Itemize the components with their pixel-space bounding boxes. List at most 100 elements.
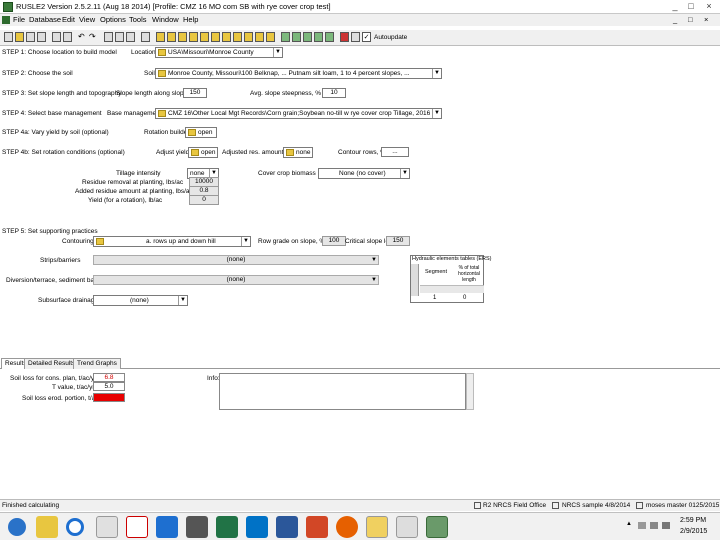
dropdown-arrow-icon[interactable]: ▼ bbox=[400, 169, 409, 178]
autoupdate-checkbox[interactable]: ✓ bbox=[362, 32, 371, 42]
table-cell-segment[interactable]: 1 bbox=[433, 295, 436, 301]
tab-detailed-results[interactable]: Detailed Results bbox=[24, 358, 80, 369]
autoupdate-label: Autoupdate bbox=[374, 34, 408, 41]
menu-file[interactable]: File bbox=[13, 15, 25, 24]
location-combo[interactable]: USA\Missouri\Monroe County ▼ bbox=[155, 47, 283, 58]
undo-icon[interactable]: ↶ bbox=[78, 32, 87, 42]
maximize-button[interactable]: □ bbox=[684, 1, 698, 12]
taskbar-time[interactable]: 2:59 PM bbox=[680, 517, 706, 524]
close-button[interactable]: × bbox=[702, 1, 716, 12]
rusle2-icon[interactable] bbox=[426, 516, 448, 538]
calculator-icon[interactable] bbox=[186, 516, 208, 538]
management-folder-icon[interactable] bbox=[189, 32, 198, 42]
mdi-restore-button[interactable]: □ bbox=[688, 15, 693, 24]
row-grade-field[interactable]: 100 bbox=[322, 236, 346, 246]
vegetation-folder-icon[interactable] bbox=[211, 32, 220, 42]
menu-tools[interactable]: Tools bbox=[129, 15, 147, 24]
operation-folder-icon[interactable] bbox=[200, 32, 209, 42]
copy-icon[interactable] bbox=[115, 32, 124, 42]
dropdown-arrow-icon[interactable]: ▼ bbox=[241, 237, 250, 246]
subsurface-combo[interactable]: (none) ▼ bbox=[93, 295, 188, 306]
dropdown-arrow-icon[interactable]: ▼ bbox=[432, 69, 441, 78]
new-icon[interactable] bbox=[4, 32, 13, 42]
template-icon[interactable] bbox=[314, 32, 323, 42]
start-icon[interactable] bbox=[8, 518, 26, 536]
menu-view[interactable]: View bbox=[79, 15, 95, 24]
redo-icon[interactable]: ↷ bbox=[89, 32, 98, 42]
print-icon[interactable] bbox=[52, 32, 61, 42]
powerpoint-icon[interactable] bbox=[306, 516, 328, 538]
snipping-icon[interactable] bbox=[396, 516, 418, 538]
menu-options[interactable]: Options bbox=[100, 15, 126, 24]
tray-network-icon[interactable] bbox=[650, 522, 658, 529]
cover-crop-value: None (no cover) bbox=[339, 170, 386, 177]
dropdown-arrow-icon[interactable]: ▼ bbox=[370, 256, 378, 264]
open-icon[interactable] bbox=[15, 32, 24, 42]
tray-flag-icon[interactable] bbox=[638, 522, 646, 529]
dropdown-arrow-icon[interactable]: ▼ bbox=[273, 48, 282, 57]
location-folder-icon[interactable] bbox=[156, 32, 165, 42]
pdf-icon[interactable] bbox=[126, 516, 148, 538]
calculate-icon[interactable] bbox=[325, 32, 334, 42]
drainage-folder-icon[interactable] bbox=[266, 32, 275, 42]
adjusted-res-button[interactable]: none bbox=[283, 147, 313, 158]
lock-icon[interactable] bbox=[351, 32, 360, 42]
tray-arrow-icon[interactable]: ▲ bbox=[626, 521, 632, 527]
contouring-combo[interactable]: a. rows up and down hill ▼ bbox=[93, 236, 251, 247]
profile-icon[interactable] bbox=[281, 32, 290, 42]
soil-folder-icon[interactable] bbox=[178, 32, 187, 42]
mdi-minimize-button[interactable]: _ bbox=[673, 15, 677, 24]
plan-icon[interactable] bbox=[303, 32, 312, 42]
diversion-folder-icon[interactable] bbox=[255, 32, 264, 42]
mdi-close-button[interactable]: × bbox=[704, 15, 708, 24]
yield-field[interactable]: 0 bbox=[189, 195, 219, 205]
ie-icon[interactable] bbox=[66, 518, 84, 536]
dropdown-arrow-icon[interactable]: ▼ bbox=[178, 296, 187, 305]
strips-combo[interactable]: (none) ▼ bbox=[93, 255, 379, 265]
menu-database[interactable]: Database bbox=[29, 15, 61, 24]
tab-trend-graphs[interactable]: Trend Graphs bbox=[73, 358, 121, 369]
info-textbox[interactable] bbox=[219, 373, 466, 410]
soil-combo[interactable]: Monroe County, Missouri\100 Belknap, ...… bbox=[155, 68, 442, 79]
dropdown-arrow-icon[interactable]: ▼ bbox=[370, 276, 378, 284]
menu-help[interactable]: Help bbox=[183, 15, 198, 24]
critical-slope-field[interactable]: 150 bbox=[386, 236, 410, 246]
print-preview-icon[interactable] bbox=[63, 32, 72, 42]
cover-crop-combo[interactable]: None (no cover) ▼ bbox=[318, 168, 410, 179]
diversion-combo[interactable]: (none) ▼ bbox=[93, 275, 379, 285]
save-icon[interactable] bbox=[26, 32, 35, 42]
menu-edit[interactable]: Edit bbox=[62, 15, 75, 24]
save-all-icon[interactable] bbox=[37, 32, 46, 42]
firefox-icon[interactable] bbox=[336, 516, 358, 538]
outlook-icon[interactable] bbox=[246, 516, 268, 538]
cut-icon[interactable] bbox=[104, 32, 113, 42]
worksheet-icon[interactable] bbox=[292, 32, 301, 42]
rotation-builder-button[interactable]: open bbox=[185, 127, 217, 138]
minimize-button[interactable]: _ bbox=[668, 1, 682, 12]
info-scrollbar[interactable] bbox=[466, 373, 474, 410]
paint-icon[interactable] bbox=[366, 516, 388, 538]
file-explorer-icon[interactable] bbox=[36, 516, 58, 538]
base-management-combo[interactable]: CMZ 16\Other Local Mgt Records\Corn grai… bbox=[155, 108, 442, 119]
dropdown-arrow-icon[interactable]: ▼ bbox=[432, 109, 441, 118]
taskbar-date[interactable]: 2/9/2015 bbox=[680, 528, 707, 535]
excel-icon[interactable] bbox=[216, 516, 238, 538]
slope-steepness-field[interactable]: 10 bbox=[322, 88, 346, 98]
media-icon[interactable] bbox=[96, 516, 118, 538]
lync-icon[interactable] bbox=[156, 516, 178, 538]
climate-folder-icon[interactable] bbox=[167, 32, 176, 42]
tray-volume-icon[interactable] bbox=[662, 522, 670, 529]
adjust-yields-button[interactable]: open bbox=[188, 147, 218, 158]
menu-window[interactable]: Window bbox=[152, 15, 179, 24]
strips-folder-icon[interactable] bbox=[244, 32, 253, 42]
word-icon[interactable] bbox=[276, 516, 298, 538]
slope-length-field[interactable]: 150 bbox=[183, 88, 207, 98]
find-icon[interactable] bbox=[141, 32, 150, 42]
contour-rows-field[interactable]: ... bbox=[381, 147, 409, 157]
location-label: Location bbox=[131, 49, 156, 56]
stop-icon[interactable] bbox=[340, 32, 349, 42]
table-cell-length[interactable]: 0 bbox=[463, 295, 466, 301]
residue-folder-icon[interactable] bbox=[222, 32, 231, 42]
paste-icon[interactable] bbox=[126, 32, 135, 42]
contouring-folder-icon[interactable] bbox=[233, 32, 242, 42]
